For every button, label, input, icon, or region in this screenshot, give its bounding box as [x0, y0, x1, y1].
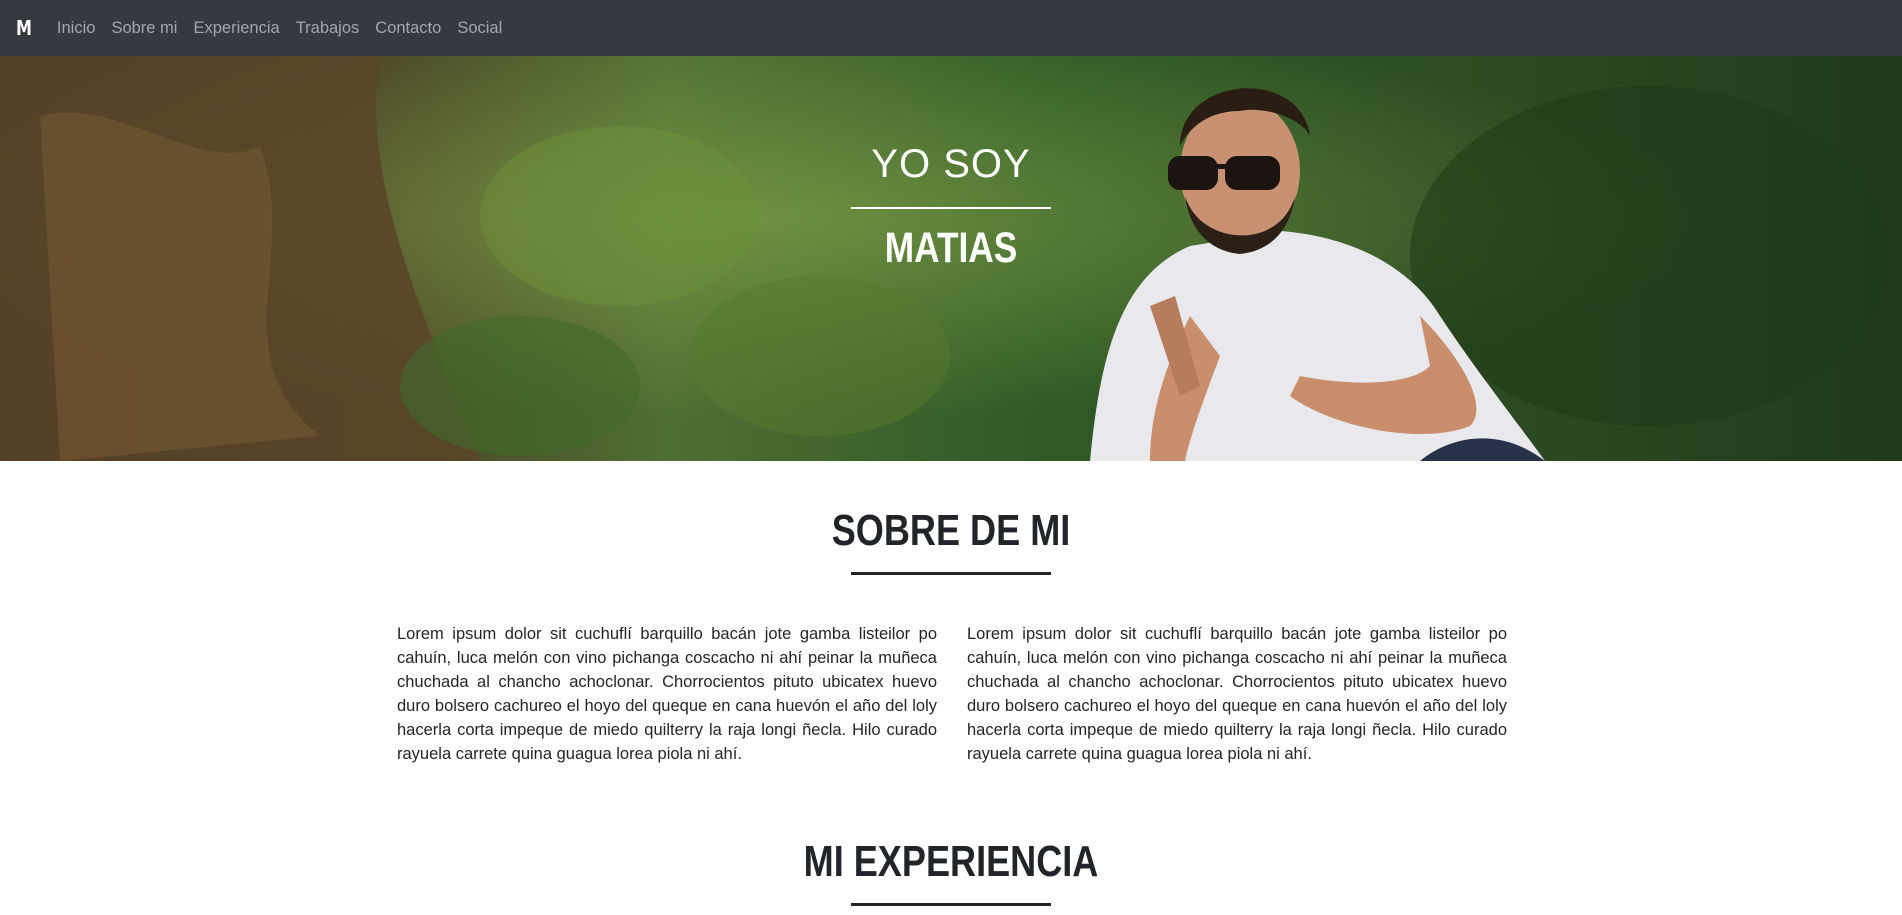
about-paragraph-left: Lorem ipsum dolor sit cuchuflí barquillo… — [397, 625, 937, 763]
hero-banner: YO SOY MATIAS — [0, 56, 1902, 461]
experience-title: MI EXPERIENCIA — [803, 837, 1099, 886]
hero-name: MATIAS — [884, 224, 1018, 272]
nav-link-social[interactable]: Social — [449, 19, 510, 38]
nav-link-contacto[interactable]: Contacto — [367, 19, 449, 38]
nav-link-inicio[interactable]: Inicio — [47, 19, 104, 38]
nav-link-trabajos[interactable]: Trabajos — [288, 19, 368, 38]
experience-divider — [851, 903, 1051, 906]
hero-divider — [851, 207, 1051, 209]
top-navbar: M Inicio Sobre mi Experiencia Trabajos C… — [0, 0, 1902, 56]
nav-link-sobre-mi[interactable]: Sobre mi — [103, 19, 185, 38]
brand-logo[interactable]: M — [16, 16, 32, 40]
nav-links: Inicio Sobre mi Experiencia Trabajos Con… — [47, 19, 510, 38]
hero-greeting: YO SOY — [871, 142, 1031, 186]
about-title: SOBRE DE MI — [831, 506, 1071, 555]
about-paragraph-right: Lorem ipsum dolor sit cuchuflí barquillo… — [967, 625, 1507, 763]
about-divider — [851, 572, 1051, 575]
nav-link-experiencia[interactable]: Experiencia — [185, 19, 287, 38]
